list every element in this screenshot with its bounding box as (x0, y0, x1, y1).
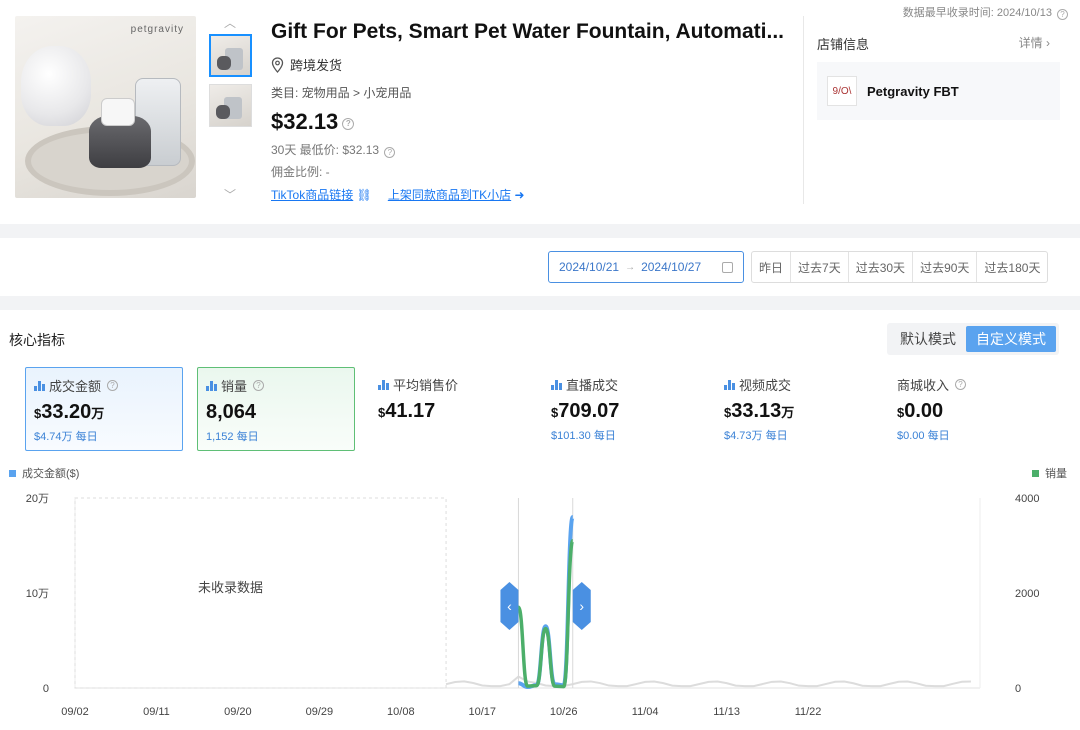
metric-card-mall[interactable]: 商城收入? $0.00 $0.00 每日 (889, 367, 1047, 451)
bar-chart-icon (378, 379, 389, 390)
help-icon[interactable]: ? (342, 118, 355, 130)
range-180d-button[interactable]: 过去180天 (976, 252, 1047, 282)
x-tick: 10/26 (550, 706, 578, 718)
gmv-series-line (518, 515, 575, 690)
product-thumbnail-2[interactable] (209, 84, 252, 127)
store-card[interactable]: 9/O\ Petgravity FBT (817, 62, 1060, 120)
commission-rate: 佣金比例: - (271, 165, 330, 179)
range-handle-right-arrow: › (579, 598, 584, 614)
product-links: TikTok商品链接 ⛓ 上架同款商品到TK小店 ➜ (271, 186, 525, 203)
brand-watermark: petgravity (130, 24, 184, 35)
core-metrics-panel: 核心指标 默认模式 自定义模式 成交金额? $33.20万 $4.74万 每日 … (0, 310, 1080, 730)
chevron-right-icon: › (1046, 36, 1050, 50)
metric-card-avg-price[interactable]: 平均销售价 $41.17 (370, 367, 528, 451)
x-tick: 09/20 (224, 706, 252, 718)
bar-chart-icon (206, 380, 217, 391)
x-tick: 10/08 (387, 706, 415, 718)
arrow-circle-icon: ➜ (514, 188, 525, 202)
bar-chart-icon (551, 379, 562, 390)
store-detail-link[interactable]: 详情 › (1019, 34, 1050, 51)
lowest-price: 30天 最低价: $32.13 ? (271, 141, 396, 158)
location-pin-icon (271, 56, 284, 73)
range-7d-button[interactable]: 过去7天 (790, 252, 848, 282)
range-90d-button[interactable]: 过去90天 (912, 252, 976, 282)
help-icon[interactable]: ? (955, 379, 967, 390)
date-range-picker[interactable]: 2024/10/21 → 2024/10/27 (548, 251, 744, 283)
no-data-label: 未收录数据 (198, 580, 263, 595)
link-icon: ⛓ (356, 188, 372, 202)
x-tick: 09/11 (143, 706, 170, 718)
category-path: 类目: 宠物用品 > 小宠用品 (271, 86, 412, 100)
y-right-tick: 0 (1015, 683, 1021, 695)
product-title: Gift For Pets, Smart Pet Water Fountain,… (271, 20, 784, 43)
help-icon[interactable]: ? (384, 147, 396, 158)
legend-sales[interactable]: 销量 (1032, 465, 1067, 481)
x-tick: 11/22 (795, 706, 822, 718)
bar-chart-icon (34, 380, 45, 391)
quick-range-group: 昨日 过去7天 过去30天 过去90天 过去180天 (751, 251, 1049, 283)
tiktok-link[interactable]: TikTok商品链接 (271, 188, 353, 202)
range-30d-button[interactable]: 过去30天 (847, 252, 912, 282)
calendar-icon (722, 261, 733, 273)
x-tick: 09/29 (306, 706, 334, 718)
section-title: 核心指标 (9, 332, 65, 348)
date-filter-panel: 2024/10/21 → 2024/10/27 昨日 过去7天 过去30天 过去… (0, 238, 1080, 296)
x-tick: 11/13 (713, 706, 740, 718)
metric-card-live[interactable]: 直播成交 $709.07 $101.30 每日 (543, 367, 701, 451)
arrow-right-icon: → (625, 261, 636, 273)
custom-mode-button[interactable]: 自定义模式 (966, 326, 1056, 352)
product-panel: 数据最早收录时间: 2024/10/13 ? petgravity ︿ ﹀ Gi… (0, 0, 1080, 224)
range-handle-left-arrow: ‹ (507, 598, 512, 614)
default-mode-button[interactable]: 默认模式 (890, 326, 966, 352)
date-end: 2024/10/27 (641, 260, 702, 274)
product-main-image: petgravity (15, 16, 196, 198)
help-icon[interactable]: ? (107, 380, 119, 391)
x-tick: 09/02 (61, 706, 89, 718)
store-name: Petgravity FBT (867, 83, 959, 99)
chevron-up-icon[interactable]: ︿ (224, 14, 236, 31)
metric-card-video[interactable]: 视频成交 $33.13万 $4.73万 每日 (716, 367, 874, 451)
store-logo: 9/O\ (827, 76, 857, 106)
range-yesterday-button[interactable]: 昨日 (752, 252, 790, 282)
y-right-tick: 4000 (1015, 493, 1039, 505)
y-left-tick: 0 (43, 683, 49, 695)
list-same-product-link[interactable]: 上架同款商品到TK小店 (388, 188, 511, 202)
y-right-tick: 2000 (1015, 588, 1039, 600)
metric-card-sales[interactable]: 销量? 8,064 1,152 每日 (197, 367, 355, 451)
trend-chart: 未收录数据 0 10万 20万 0 2000 4000 09/02 09/11 09/20 09/2… (26, 493, 1040, 718)
chevron-down-icon[interactable]: ﹀ (224, 186, 236, 203)
x-tick: 10/17 (468, 706, 496, 718)
store-info-label: 店铺信息 (817, 37, 870, 52)
y-left-tick: 10万 (26, 588, 49, 600)
product-price: $32.13? (271, 109, 355, 135)
record-note: 数据最早收录时间: 2024/10/13 ? (903, 4, 1068, 20)
mode-toggle: 默认模式 自定义模式 (887, 323, 1059, 355)
legend-gmv[interactable]: 成交金额($) (9, 465, 79, 481)
date-start: 2024/10/21 (559, 260, 620, 274)
y-left-tick: 20万 (26, 493, 49, 505)
bar-chart-icon (724, 379, 735, 390)
shipping-info: 跨境发货 (271, 55, 342, 74)
help-icon[interactable]: ? (1057, 9, 1068, 20)
x-tick: 11/04 (632, 706, 659, 718)
product-thumbnail-1[interactable] (209, 34, 252, 77)
help-icon[interactable]: ? (253, 380, 265, 391)
metric-card-gmv[interactable]: 成交金额? $33.20万 $4.74万 每日 (25, 367, 183, 451)
